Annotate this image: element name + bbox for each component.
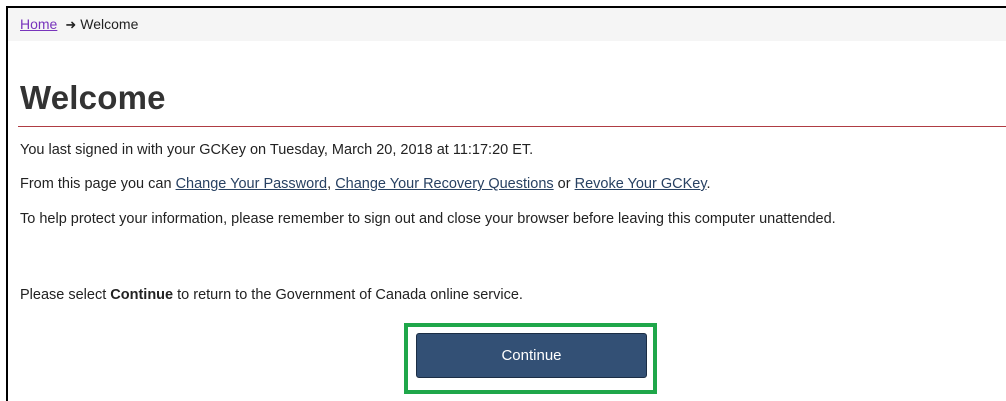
comma-separator: , (327, 176, 336, 192)
arrow-right-icon: ➜ (65, 17, 77, 32)
breadcrumb-current: Welcome (80, 16, 139, 32)
or-separator: or (553, 176, 575, 192)
title-divider (18, 126, 1006, 127)
account-actions-text: From this page you can Change Your Passw… (20, 173, 1000, 195)
continue-emphasis: Continue (110, 287, 174, 303)
page-title: Welcome (20, 79, 166, 116)
last-signed-in-text: You last signed in with your GCKey on Tu… (20, 142, 534, 158)
breadcrumb-home-link[interactable]: Home (20, 16, 57, 32)
protect-info-text: To help protect your information, please… (20, 211, 836, 227)
change-recovery-questions-link[interactable]: Change Your Recovery Questions (335, 176, 553, 192)
continue-instructions-text: Please select Continue to return to the … (20, 284, 1000, 306)
period: . (706, 176, 711, 192)
select-prefix: Please select (20, 287, 111, 303)
continue-button[interactable]: Continue (416, 333, 647, 378)
breadcrumb: Home ➜ Welcome (8, 8, 1006, 41)
page-frame: Home ➜ Welcome Welcome You last signed in … (6, 6, 1006, 401)
actions-intro: From this page you can (20, 176, 176, 192)
select-suffix: to return to the Government of Canada on… (173, 287, 523, 303)
revoke-gckey-link[interactable]: Revoke Your GCKey (575, 176, 707, 192)
change-password-link[interactable]: Change Your Password (176, 176, 328, 192)
